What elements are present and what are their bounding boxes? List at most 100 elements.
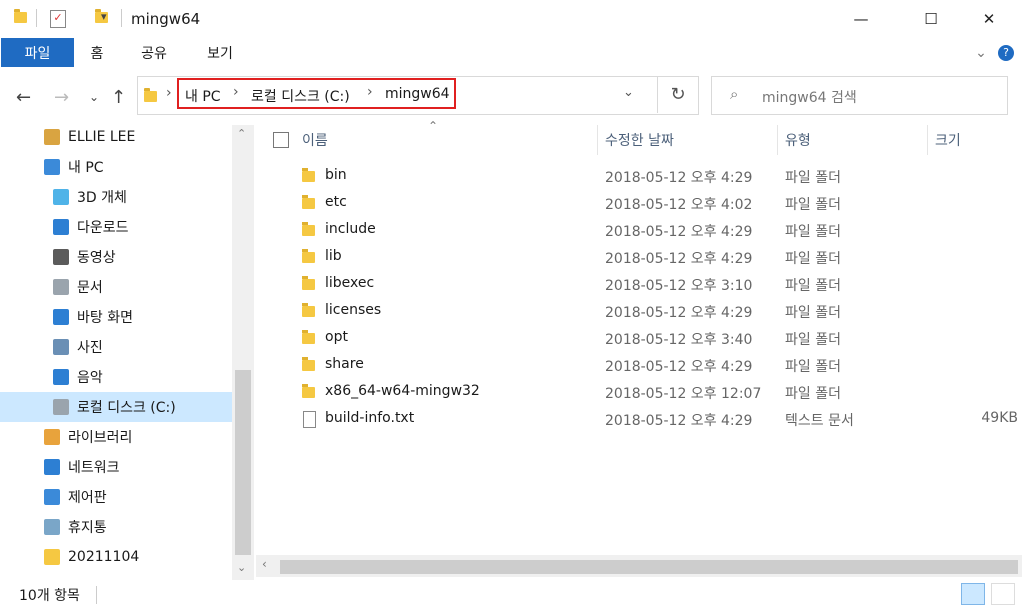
sidebar-item-label: 로컬 디스크 (C:)	[77, 400, 176, 416]
music-icon	[53, 369, 69, 385]
file-date: 2018-05-12 오후 3:10	[605, 278, 753, 294]
expand-ribbon-icon[interactable]: ⌄	[970, 38, 992, 67]
file-date: 2018-05-12 오후 4:29	[605, 224, 753, 240]
table-row[interactable]: licenses 2018-05-12 오후 4:29 파일 폴더	[256, 298, 1022, 325]
help-icon[interactable]: ?	[995, 38, 1017, 67]
table-row[interactable]: x86_64-w64-mingw32 2018-05-12 오후 12:07 파…	[256, 379, 1022, 406]
sidebar-item-downloads[interactable]: 다운로드	[0, 212, 232, 242]
address-row: ← → ⌄ ↑ › ⌄ 내 PC › 로컬 디스크 (C:) › mingw64…	[0, 67, 1022, 125]
file-type: 파일 폴더	[785, 278, 841, 294]
file-name: share	[325, 356, 364, 372]
tab-view[interactable]: 보기	[196, 38, 244, 67]
table-row[interactable]: build-info.txt 2018-05-12 오후 4:29 텍스트 문서…	[256, 406, 1022, 433]
navigation-pane: ELLIE LEE 내 PC 3D 개체 다운로드 동영상 문서 바탕 화면 사…	[0, 125, 255, 580]
column-divider[interactable]	[597, 125, 598, 155]
sidebar-item-music[interactable]: 음악	[0, 362, 232, 392]
column-header-name[interactable]: 이름	[302, 125, 328, 155]
scroll-up-icon[interactable]: ⌃	[237, 127, 246, 140]
drive-icon	[53, 399, 69, 415]
chevron-right-icon[interactable]: ›	[233, 84, 239, 100]
sidebar-item-libraries[interactable]: 라이브러리	[0, 422, 232, 452]
scroll-left-icon[interactable]: ‹	[262, 557, 267, 571]
details-view-icon[interactable]	[961, 583, 985, 605]
scroll-down-icon[interactable]: ⌄	[237, 561, 246, 574]
file-name: x86_64-w64-mingw32	[325, 383, 480, 399]
file-date: 2018-05-12 오후 4:29	[605, 359, 753, 375]
up-arrow-icon[interactable]: ↑	[111, 87, 126, 108]
file-type: 텍스트 문서	[785, 413, 854, 429]
breadcrumb-this-pc[interactable]: 내 PC	[185, 86, 221, 106]
sidebar-item-label: 사진	[77, 340, 103, 356]
customize-quick-access-icon[interactable]: ▾	[101, 10, 107, 23]
tab-home[interactable]: 홈	[80, 38, 114, 67]
sidebar-item-pictures[interactable]: 사진	[0, 332, 232, 362]
sidebar-item-videos[interactable]: 동영상	[0, 242, 232, 272]
sidebar-item-user[interactable]: ELLIE LEE	[0, 122, 232, 152]
file-type: 파일 폴더	[785, 251, 841, 267]
refresh-button[interactable]: ↻	[657, 76, 698, 113]
sidebar-item-documents[interactable]: 문서	[0, 272, 232, 302]
sidebar-item-3d-objects[interactable]: 3D 개체	[0, 182, 232, 212]
column-header-size[interactable]: 크기	[935, 125, 961, 155]
sidebar-item-label: 문서	[77, 280, 103, 296]
recent-locations-icon[interactable]: ⌄	[89, 90, 99, 104]
column-header-date[interactable]: 수정한 날짜	[605, 125, 674, 155]
breadcrumb-local-disk[interactable]: 로컬 디스크 (C:)	[251, 86, 350, 106]
file-date: 2018-05-12 오후 4:02	[605, 197, 753, 213]
chevron-down-icon[interactable]: ⌄	[623, 85, 634, 100]
maximize-button[interactable]: ☐	[908, 0, 954, 38]
file-size: 49KB	[981, 410, 1018, 426]
sidebar-item-local-disk[interactable]: 로컬 디스크 (C:)	[0, 392, 232, 422]
close-button[interactable]: ✕	[966, 0, 1012, 38]
select-all-checkbox[interactable]	[273, 132, 289, 148]
table-row[interactable]: include 2018-05-12 오후 4:29 파일 폴더	[256, 217, 1022, 244]
file-name: opt	[325, 329, 348, 345]
column-divider[interactable]	[927, 125, 928, 155]
sidebar-item-this-pc[interactable]: 내 PC	[0, 152, 232, 182]
search-placeholder: mingw64 검색	[762, 90, 857, 106]
chevron-right-icon[interactable]: ›	[166, 85, 172, 101]
properties-icon[interactable]: ✓	[50, 10, 66, 28]
table-row[interactable]: share 2018-05-12 오후 4:29 파일 폴더	[256, 352, 1022, 379]
sidebar-item-20211104[interactable]: 20211104	[0, 542, 232, 572]
file-name: libexec	[325, 275, 375, 291]
folder-icon	[302, 276, 315, 290]
divider	[121, 9, 122, 27]
file-name: bin	[325, 167, 347, 183]
back-arrow-icon[interactable]: ←	[16, 87, 31, 108]
folder-icon	[44, 549, 60, 565]
table-row[interactable]: libexec 2018-05-12 오후 3:10 파일 폴더	[256, 271, 1022, 298]
divider	[96, 586, 97, 604]
search-icon: ⌕	[730, 85, 739, 103]
sidebar-item-desktop[interactable]: 바탕 화면	[0, 302, 232, 332]
file-name: etc	[325, 194, 347, 210]
column-header-type[interactable]: 유형	[785, 125, 811, 155]
folder-icon	[302, 330, 315, 344]
forward-arrow-icon[interactable]: →	[54, 87, 69, 108]
recycle-bin-icon	[44, 519, 60, 535]
chevron-right-icon[interactable]: ›	[367, 84, 373, 100]
file-name: build-info.txt	[325, 410, 415, 426]
sidebar-item-control-panel[interactable]: 제어판	[0, 482, 232, 512]
tab-file[interactable]: 파일	[1, 38, 74, 67]
search-input[interactable]: ⌕ mingw64 검색	[711, 76, 1008, 115]
column-divider[interactable]	[777, 125, 778, 155]
file-type: 파일 폴더	[785, 305, 841, 321]
sort-ascending-icon: ⌃	[428, 119, 439, 133]
file-type: 파일 폴더	[785, 197, 841, 213]
table-row[interactable]: bin 2018-05-12 오후 4:29 파일 폴더	[256, 163, 1022, 190]
sidebar-item-recycle-bin[interactable]: 휴지통	[0, 512, 232, 542]
sidebar-item-label: 다운로드	[77, 220, 129, 236]
table-row[interactable]: lib 2018-05-12 오후 4:29 파일 폴더	[256, 244, 1022, 271]
table-row[interactable]: opt 2018-05-12 오후 3:40 파일 폴더	[256, 325, 1022, 352]
sidebar-item-label: 바탕 화면	[77, 310, 133, 326]
sidebar-item-network[interactable]: 네트워크	[0, 452, 232, 482]
breadcrumb-mingw64[interactable]: mingw64	[385, 86, 450, 102]
large-icons-view-icon[interactable]	[991, 583, 1015, 605]
sidebar-scroll-thumb[interactable]	[235, 370, 251, 555]
horizontal-scroll-thumb[interactable]	[280, 560, 1018, 574]
tab-share[interactable]: 공유	[130, 38, 178, 67]
table-row[interactable]: etc 2018-05-12 오후 4:02 파일 폴더	[256, 190, 1022, 217]
file-type: 파일 폴더	[785, 332, 841, 348]
minimize-button[interactable]: —	[838, 0, 884, 38]
